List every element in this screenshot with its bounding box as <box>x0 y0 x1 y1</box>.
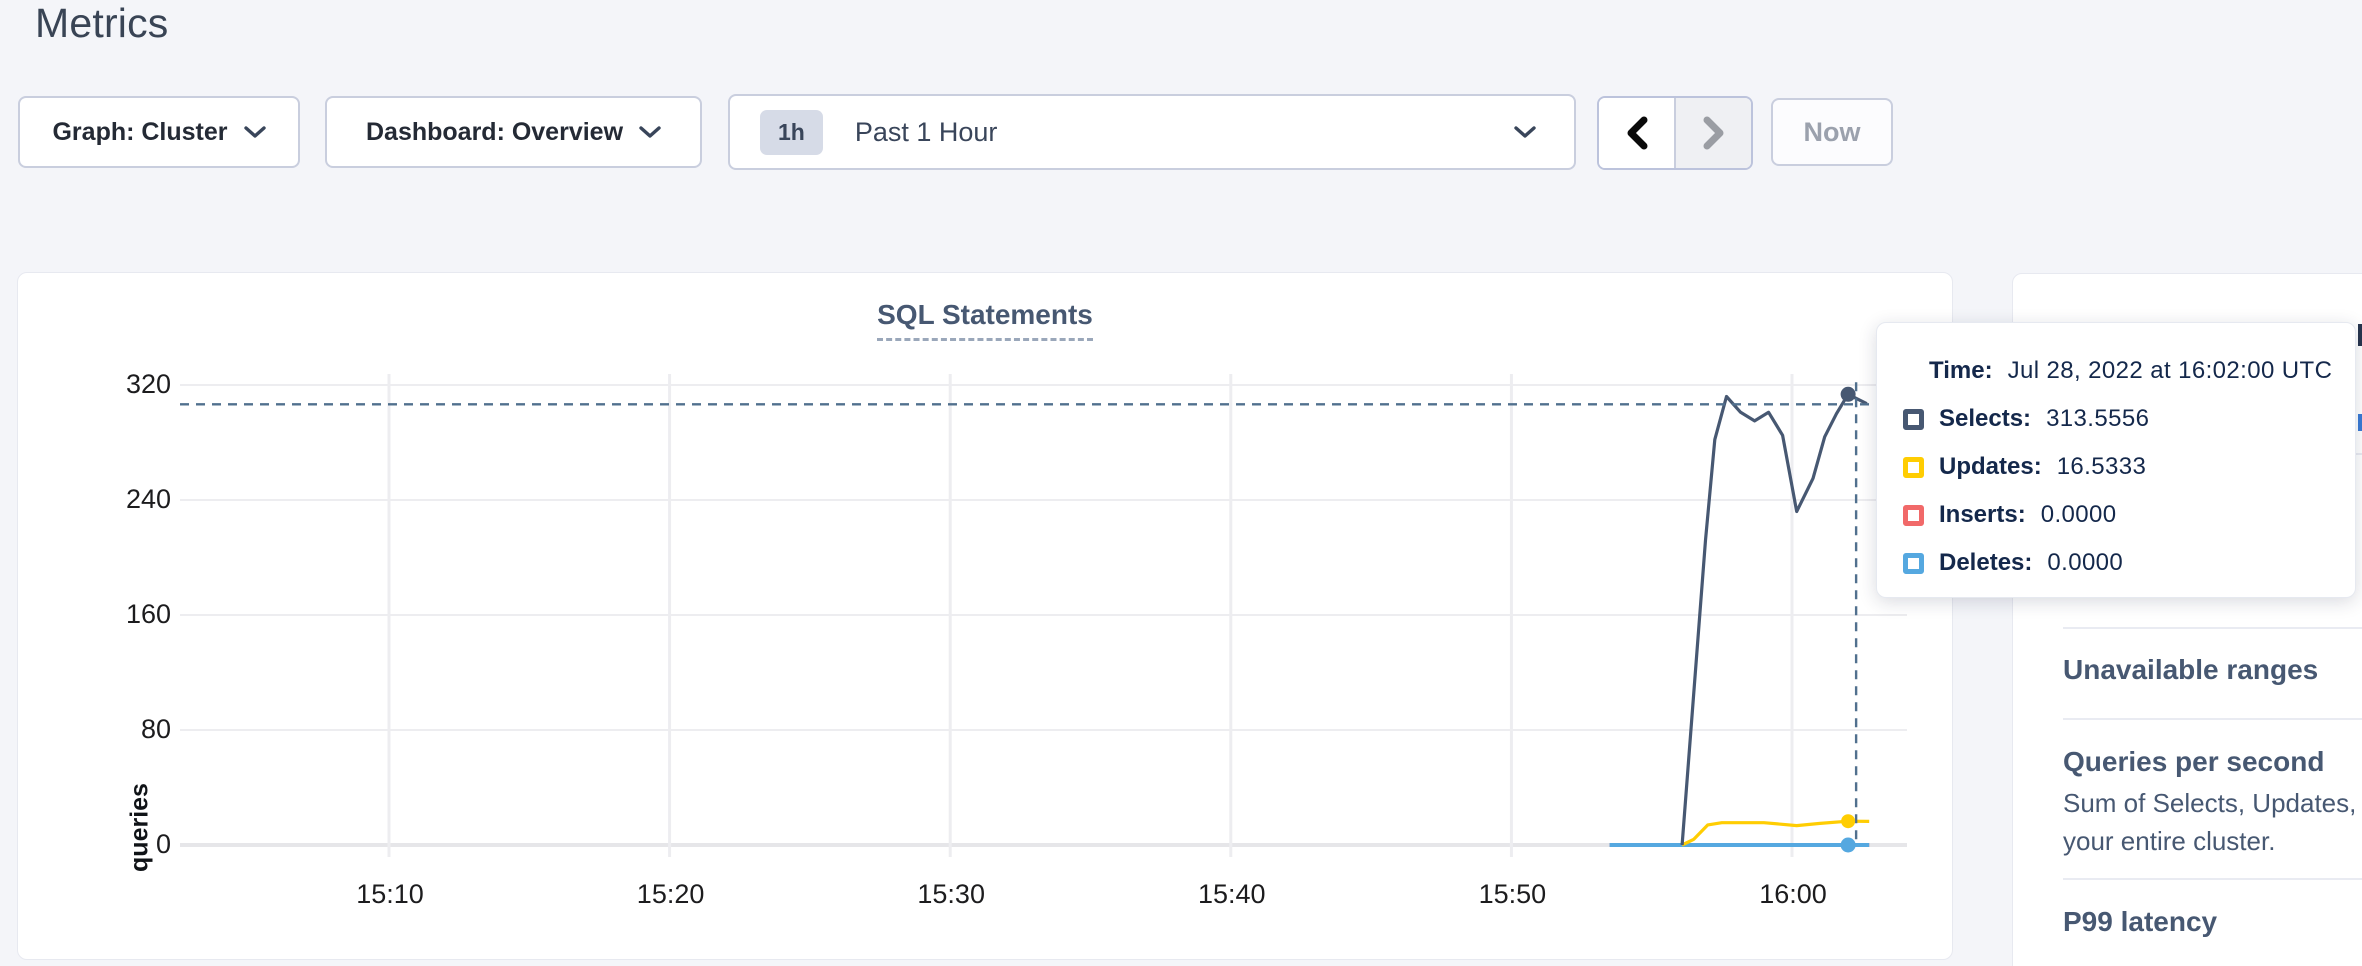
tooltip-series-label: Inserts: <box>1939 501 2026 529</box>
inserts-swatch-icon <box>1903 505 1924 526</box>
chevron-down-icon <box>639 125 661 139</box>
time-range-label: Past 1 Hour <box>855 117 998 148</box>
updates-swatch-icon <box>1903 457 1924 478</box>
time-back-button[interactable] <box>1599 98 1676 168</box>
dashboard-dropdown[interactable]: Dashboard: Overview <box>325 96 702 168</box>
x-axis-tick: 15:10 <box>330 879 450 910</box>
tooltip-series-value: 313.5556 <box>2046 405 2149 433</box>
chart-hover-tooltip: Time: Jul 28, 2022 at 16:02:00 UTC Selec… <box>1876 322 2356 598</box>
chevron-left-icon <box>1625 116 1649 150</box>
metrics-page: Metrics Graph: Cluster Dashboard: Overvi… <box>0 0 2362 966</box>
x-axis-tick: 15:40 <box>1172 879 1292 910</box>
sidebar-divider <box>2063 718 2362 720</box>
y-axis-tick: 320 <box>91 369 171 400</box>
deletes-swatch-icon <box>1903 553 1924 574</box>
tooltip-time-row: Time: Jul 28, 2022 at 16:02:00 UTC <box>1877 347 2355 395</box>
sidebar-section-title: P99 latency <box>2063 906 2362 938</box>
y-axis-tick: 0 <box>91 829 171 860</box>
x-axis-tick: 15:30 <box>891 879 1011 910</box>
page-title: Metrics <box>35 0 169 47</box>
x-axis-tick: 16:00 <box>1733 879 1853 910</box>
tooltip-series-row: Selects: 313.5556 <box>1877 395 2355 443</box>
clipped-text-fragment <box>2358 324 2362 346</box>
tooltip-series-row: Inserts: 0.0000 <box>1877 491 2355 539</box>
sql-statements-chart-card: SQL Statements queries 0 80 160 240 320 15:1… <box>17 272 1953 960</box>
graph-dropdown[interactable]: Graph: Cluster <box>18 96 300 168</box>
chart-title-wrap: SQL Statements <box>18 299 1952 341</box>
y-axis-tick: 160 <box>91 599 171 630</box>
tooltip-series-label: Selects: <box>1939 405 2031 433</box>
sidebar-section-title: Unavailable ranges <box>2063 654 2362 686</box>
sidebar-section-title: Queries per second <box>2063 746 2362 778</box>
sidebar-section-description-line: your entire cluster. <box>2063 822 2362 860</box>
sidebar-divider <box>2063 878 2362 880</box>
x-axis-tick: 15:50 <box>1452 879 1572 910</box>
clipped-link-fragment <box>2358 414 2362 431</box>
chart-title[interactable]: SQL Statements <box>877 299 1093 341</box>
y-axis-label: queries <box>126 748 155 908</box>
time-step-buttons <box>1597 96 1753 170</box>
sidebar-section-description-line: Sum of Selects, Updates, Inserts, <box>2063 784 2362 822</box>
time-forward-button[interactable] <box>1676 98 1751 168</box>
tooltip-time-label: Time: <box>1929 357 1993 385</box>
tooltip-series-row: Deletes: 0.0000 <box>1877 539 2355 587</box>
now-button[interactable]: Now <box>1771 98 1893 166</box>
dashboard-dropdown-label: Dashboard: Overview <box>366 118 623 147</box>
tooltip-series-label: Deletes: <box>1939 549 2032 577</box>
tooltip-series-value: 0.0000 <box>2047 549 2123 577</box>
chevron-down-icon <box>244 125 266 139</box>
tooltip-series-value: 16.5333 <box>2057 453 2147 481</box>
x-axis-tick: 15:20 <box>611 879 731 910</box>
chevron-down-icon <box>1514 125 1536 139</box>
y-axis-tick: 240 <box>91 484 171 515</box>
time-range-badge: 1h <box>760 110 823 155</box>
y-axis-tick: 80 <box>91 714 171 745</box>
selects-swatch-icon <box>1903 409 1924 430</box>
time-range-dropdown[interactable]: 1h Past 1 Hour <box>728 94 1576 170</box>
tooltip-series-row: Updates: 16.5333 <box>1877 443 2355 491</box>
tooltip-series-value: 0.0000 <box>2041 501 2117 529</box>
chevron-right-icon <box>1702 116 1726 150</box>
sidebar-divider <box>2063 627 2362 629</box>
tooltip-series-label: Updates: <box>1939 453 2042 481</box>
graph-dropdown-label: Graph: Cluster <box>52 118 227 147</box>
tooltip-time-value: Jul 28, 2022 at 16:02:00 UTC <box>2008 357 2333 385</box>
